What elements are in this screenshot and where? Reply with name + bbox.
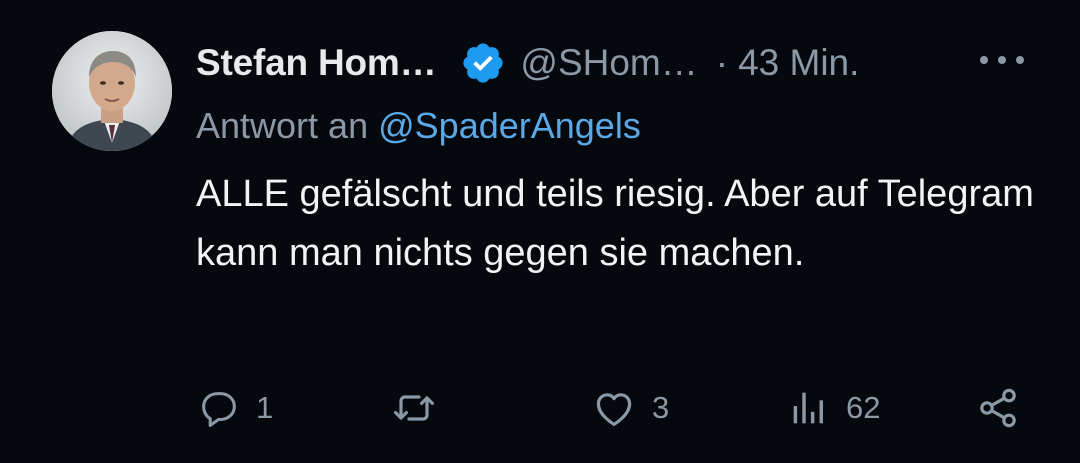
share-icon — [974, 384, 1022, 432]
reply-context: Antwort an @SpaderAngels — [196, 105, 641, 147]
tweet-text: ALLE gefälscht und teils riesig. Aber au… — [196, 173, 1034, 274]
more-dots-icon[interactable] — [980, 45, 1024, 75]
reply-prefix: Antwort an — [196, 105, 369, 146]
author-handle[interactable]: @SHom… — [520, 42, 697, 84]
views-button[interactable]: 62 — [786, 380, 880, 436]
tweet-timestamp[interactable]: 43 Min. — [738, 42, 859, 84]
view-count: 62 — [846, 390, 881, 425]
like-button[interactable]: 3 — [590, 380, 669, 436]
reply-mention-link[interactable]: @SpaderAngels — [378, 105, 641, 146]
tweet-card[interactable]: Stefan Hom… @SHom… · 43 Min. Antwort an … — [0, 0, 1080, 463]
header-separator: · — [715, 42, 729, 83]
retweet-icon — [390, 384, 438, 432]
author-name[interactable]: Stefan Hom… — [196, 42, 437, 84]
reply-bubble-icon — [196, 385, 242, 431]
action-bar: 1 3 62 — [196, 380, 1046, 436]
verified-badge-icon[interactable] — [460, 40, 506, 86]
tweet-header: Stefan Hom… @SHom… · 43 Min. — [196, 36, 1046, 90]
reply-count: 1 — [256, 390, 274, 425]
like-count: 3 — [652, 390, 670, 425]
views-bar-icon — [786, 385, 832, 431]
avatar[interactable] — [52, 31, 172, 151]
heart-icon — [590, 384, 638, 432]
reply-button[interactable]: 1 — [196, 380, 273, 436]
share-button[interactable] — [974, 380, 1022, 436]
retweet-button[interactable] — [390, 380, 452, 436]
